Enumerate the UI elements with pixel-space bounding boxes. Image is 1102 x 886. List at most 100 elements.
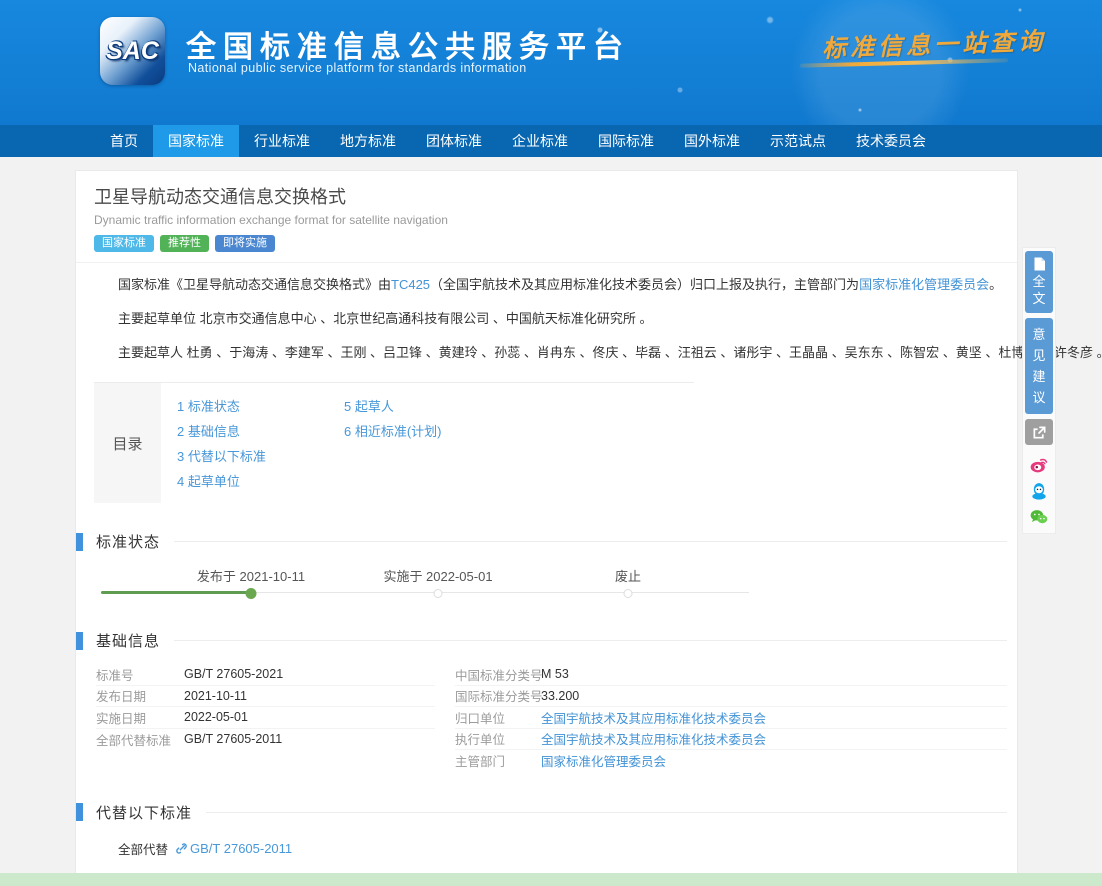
info-value: 2022-05-01 bbox=[184, 710, 248, 724]
section-header-status: 标准状态 bbox=[76, 531, 1017, 552]
site-header: SAC 全国标准信息公共服务平台 National public service… bbox=[0, 0, 1102, 125]
nav-item-国际标准[interactable]: 国际标准 bbox=[583, 125, 669, 157]
weibo-share-icon[interactable] bbox=[1029, 455, 1049, 475]
nav-item-首页[interactable]: 首页 bbox=[95, 125, 153, 157]
section-bar bbox=[76, 533, 83, 551]
share-icon bbox=[1032, 425, 1047, 440]
nav-item-行业标准[interactable]: 行业标准 bbox=[239, 125, 325, 157]
info-value: GB/T 27605-2021 bbox=[184, 667, 283, 681]
toc-link[interactable]: 4 起草单位 bbox=[177, 469, 344, 494]
table-of-contents: 目录 1 标准状态2 基础信息3 代替以下标准4 起草单位 5 起草人6 相近标… bbox=[94, 382, 694, 503]
section-header-basic: 基础信息 bbox=[76, 630, 1017, 651]
table-row: 中国标准分类号M 53 bbox=[455, 664, 1007, 686]
replace-label: 全部代替 bbox=[118, 839, 168, 858]
timeline-track-done bbox=[101, 591, 251, 594]
timeline-label: 废止 bbox=[615, 566, 641, 585]
section-title-replace: 代替以下标准 bbox=[96, 802, 192, 823]
document-icon bbox=[1033, 257, 1046, 271]
content-area: 卫星导航动态交通信息交换格式 Dynamic traffic informati… bbox=[0, 157, 1102, 886]
standard-detail-card: 卫星导航动态交通信息交换格式 Dynamic traffic informati… bbox=[75, 170, 1018, 873]
table-row: 发布日期2021-10-11 bbox=[96, 686, 435, 708]
intro-p1-end: 。 bbox=[989, 277, 1002, 292]
toc-link[interactable]: 6 相近标准(计划) bbox=[344, 419, 694, 444]
info-value[interactable]: 全国宇航技术及其应用标准化技术委员会 bbox=[541, 729, 766, 748]
sac-committee-link[interactable]: 国家标准化管理委员会 bbox=[859, 277, 989, 292]
table-row: 标准号GB/T 27605-2021 bbox=[96, 664, 435, 686]
status-badge: 国家标准 bbox=[94, 235, 154, 252]
side-tool-panel: 全文 意见建议 bbox=[1022, 247, 1056, 534]
section-rule bbox=[174, 541, 1007, 542]
info-value[interactable]: 全国宇航技术及其应用标准化技术委员会 bbox=[541, 708, 766, 727]
table-row: 执行单位全国宇航技术及其应用标准化技术委员会 bbox=[455, 729, 1007, 751]
nav-item-企业标准[interactable]: 企业标准 bbox=[497, 125, 583, 157]
section-bar bbox=[76, 632, 83, 650]
timeline-label: 发布于 2021-10-11 bbox=[197, 566, 305, 585]
nav-item-国家标准[interactable]: 国家标准 bbox=[153, 125, 239, 157]
info-label: 主管部门 bbox=[455, 751, 541, 770]
title-block: 卫星导航动态交通信息交换格式 Dynamic traffic informati… bbox=[76, 171, 1017, 263]
timeline-dot bbox=[246, 588, 257, 599]
tc425-link[interactable]: TC425 bbox=[391, 277, 430, 292]
status-badge: 推荐性 bbox=[160, 235, 209, 252]
info-label: 全部代替标准 bbox=[96, 730, 184, 749]
info-value: GB/T 27605-2011 bbox=[184, 732, 282, 746]
table-row: 归口单位全国宇航技术及其应用标准化技术委员会 bbox=[455, 707, 1007, 729]
section-rule bbox=[206, 812, 1007, 813]
basic-info-left-column: 标准号GB/T 27605-2021发布日期2021-10-11实施日期2022… bbox=[96, 664, 435, 772]
toc-columns: 1 标准状态2 基础信息3 代替以下标准4 起草单位 5 起草人6 相近标准(计… bbox=[161, 383, 694, 503]
site-subtitle: National public service platform for sta… bbox=[188, 61, 527, 75]
nav-item-团体标准[interactable]: 团体标准 bbox=[411, 125, 497, 157]
sac-logo[interactable]: SAC bbox=[100, 17, 165, 85]
slogan-calligraphy: 标准信息一站查询 bbox=[821, 21, 1046, 64]
info-label: 归口单位 bbox=[455, 708, 541, 727]
wechat-share-icon[interactable] bbox=[1029, 507, 1049, 527]
timeline-dot bbox=[434, 589, 443, 598]
info-value: 33.200 bbox=[541, 689, 579, 703]
info-label: 中国标准分类号 bbox=[455, 665, 541, 684]
section-title-status: 标准状态 bbox=[96, 531, 160, 552]
status-timeline: 发布于 2021-10-11 实施于 2022-05-01 废止 bbox=[101, 558, 774, 614]
chain-link-icon bbox=[175, 842, 188, 855]
share-button[interactable] bbox=[1025, 419, 1053, 445]
basic-info-table: 标准号GB/T 27605-2021发布日期2021-10-11实施日期2022… bbox=[96, 664, 1007, 772]
standard-title-cn: 卫星导航动态交通信息交换格式 bbox=[94, 184, 999, 210]
qq-share-icon[interactable] bbox=[1029, 481, 1049, 501]
toc-label: 目录 bbox=[94, 383, 161, 503]
replaced-standard-link[interactable]: GB/T 27605-2011 bbox=[190, 841, 292, 856]
section-rule bbox=[174, 640, 1007, 641]
toc-link[interactable]: 5 起草人 bbox=[344, 394, 694, 419]
intro-paragraph-authority: 国家标准《卫星导航动态交通信息交换格式》由TC425（全国宇航技术及其应用标准化… bbox=[118, 275, 999, 295]
nav-item-示范试点[interactable]: 示范试点 bbox=[755, 125, 841, 157]
fulltext-label: 全文 bbox=[1032, 273, 1045, 307]
status-badge: 即将实施 bbox=[215, 235, 275, 252]
table-row: 全部代替标准GB/T 27605-2011 bbox=[96, 729, 435, 751]
toc-column-2: 5 起草人6 相近标准(计划) bbox=[344, 394, 694, 494]
info-label: 执行单位 bbox=[455, 729, 541, 748]
intro-paragraph-drafting-units: 主要起草单位 北京市交通信息中心 、北京世纪高通科技有限公司 、中国航天标准化研… bbox=[118, 309, 999, 329]
intro-p1-mid-text: （全国宇航技术及其应用标准化技术委员会）归口上报及执行，主管部门为 bbox=[430, 277, 859, 292]
info-value[interactable]: 国家标准化管理委员会 bbox=[541, 751, 666, 770]
main-nav: 首页国家标准行业标准地方标准团体标准企业标准国际标准国外标准示范试点技术委员会 bbox=[0, 125, 1102, 157]
info-value: M 53 bbox=[541, 667, 569, 681]
info-label: 实施日期 bbox=[96, 708, 184, 727]
nav-item-技术委员会[interactable]: 技术委员会 bbox=[841, 125, 941, 157]
intro-block: 国家标准《卫星导航动态交通信息交换格式》由TC425（全国宇航技术及其应用标准化… bbox=[76, 263, 1017, 363]
info-label: 国际标准分类号 bbox=[455, 686, 541, 705]
nav-item-地方标准[interactable]: 地方标准 bbox=[325, 125, 411, 157]
toc-link[interactable]: 2 基础信息 bbox=[177, 419, 344, 444]
toc-link[interactable]: 1 标准状态 bbox=[177, 394, 344, 419]
table-row: 国际标准分类号33.200 bbox=[455, 686, 1007, 708]
section-header-replace: 代替以下标准 bbox=[76, 802, 1017, 823]
section-title-basic: 基础信息 bbox=[96, 630, 160, 651]
basic-info-right-column: 中国标准分类号M 53国际标准分类号33.200归口单位全国宇航技术及其应用标准… bbox=[455, 664, 1007, 772]
standard-title-en: Dynamic traffic information exchange for… bbox=[94, 213, 999, 228]
feedback-button[interactable]: 意见建议 bbox=[1025, 318, 1053, 414]
nav-item-国外标准[interactable]: 国外标准 bbox=[669, 125, 755, 157]
table-row: 主管部门国家标准化管理委员会 bbox=[455, 750, 1007, 772]
replace-info-line: 全部代替 GB/T 27605-2011 bbox=[118, 839, 1017, 858]
timeline-label: 实施于 2022-05-01 bbox=[383, 566, 492, 585]
info-value: 2021-10-11 bbox=[184, 689, 247, 703]
site-title: 全国标准信息公共服务平台 bbox=[186, 22, 630, 66]
toc-link[interactable]: 3 代替以下标准 bbox=[177, 444, 344, 469]
fulltext-button[interactable]: 全文 bbox=[1025, 251, 1053, 313]
